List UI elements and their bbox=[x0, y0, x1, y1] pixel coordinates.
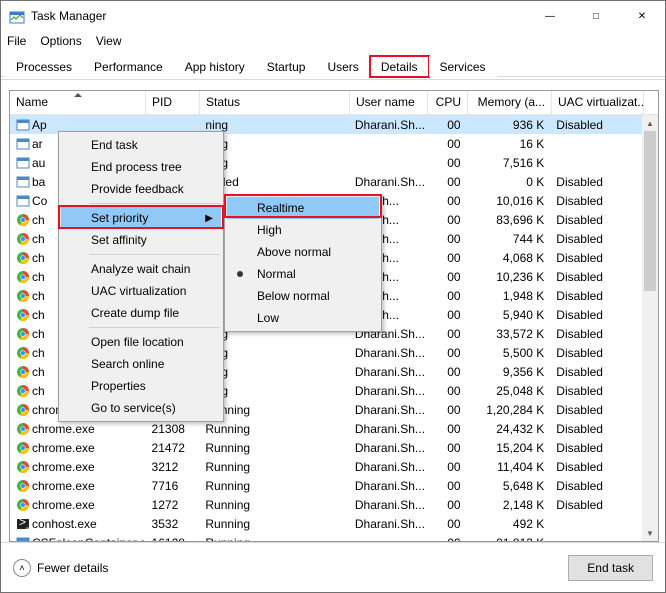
mi-open-loc[interactable]: Open file location bbox=[61, 331, 221, 353]
mi-analyze[interactable]: Analyze wait chain bbox=[61, 258, 221, 280]
mi-search[interactable]: Search online bbox=[61, 353, 221, 375]
tab-details[interactable]: Details bbox=[370, 56, 429, 77]
process-icon bbox=[16, 460, 30, 474]
mi-low[interactable]: Low bbox=[227, 307, 379, 329]
process-icon bbox=[16, 270, 30, 284]
col-name[interactable]: Name bbox=[10, 91, 146, 114]
table-row[interactable]: chrome.exe3212RunningDharani.Sh...0011,4… bbox=[10, 457, 642, 476]
mi-above[interactable]: Above normal bbox=[227, 241, 379, 263]
separator bbox=[89, 203, 220, 204]
maximize-button[interactable]: □ bbox=[573, 1, 619, 31]
process-icon bbox=[16, 175, 30, 189]
process-icon bbox=[16, 422, 30, 436]
fewer-details-button[interactable]: ˄ Fewer details bbox=[13, 559, 108, 577]
mi-set-priority-label: Set priority bbox=[91, 211, 148, 225]
mi-feedback[interactable]: Provide feedback bbox=[61, 178, 221, 200]
mi-set-priority[interactable]: Set priority ▶ bbox=[61, 207, 221, 229]
process-icon bbox=[16, 536, 30, 542]
bullet-icon bbox=[237, 271, 243, 277]
tab-performance[interactable]: Performance bbox=[83, 56, 174, 77]
process-icon bbox=[16, 137, 30, 151]
col-cpu[interactable]: CPU bbox=[428, 91, 468, 114]
process-icon bbox=[16, 308, 30, 322]
separator bbox=[89, 254, 220, 255]
mi-normal[interactable]: Normal bbox=[227, 263, 379, 285]
mi-realtime[interactable]: Realtime bbox=[227, 197, 379, 219]
mi-uacv[interactable]: UAC virtualization bbox=[61, 280, 221, 302]
separator bbox=[89, 327, 220, 328]
process-icon bbox=[16, 403, 30, 417]
tab-processes[interactable]: Processes bbox=[5, 56, 83, 77]
process-icon bbox=[16, 479, 30, 493]
fewer-details-label: Fewer details bbox=[37, 561, 108, 575]
tab-apphistory[interactable]: App history bbox=[174, 56, 256, 77]
table-header: Name PID Status User name CPU Memory (a.… bbox=[10, 91, 658, 115]
mi-dump[interactable]: Create dump file bbox=[61, 302, 221, 324]
menu-view[interactable]: View bbox=[96, 34, 122, 48]
mi-end-task[interactable]: End task bbox=[61, 134, 221, 156]
vertical-scrollbar[interactable]: ▲ ▼ bbox=[642, 115, 658, 541]
process-icon bbox=[16, 289, 30, 303]
mi-goto[interactable]: Go to service(s) bbox=[61, 397, 221, 419]
process-icon bbox=[16, 156, 30, 170]
process-icon bbox=[16, 517, 30, 531]
context-menu-process: End task End process tree Provide feedba… bbox=[58, 131, 224, 422]
menubar: File Options View bbox=[1, 31, 665, 51]
close-button[interactable]: ✕ bbox=[619, 1, 665, 31]
process-icon bbox=[16, 327, 30, 341]
tab-users[interactable]: Users bbox=[316, 56, 369, 77]
col-mem[interactable]: Memory (a... bbox=[468, 91, 552, 114]
process-icon bbox=[16, 213, 30, 227]
process-icon bbox=[16, 118, 30, 132]
minimize-button[interactable]: — bbox=[527, 1, 573, 31]
table-row[interactable]: CSFalconContainer.e16128Running0091,812 … bbox=[10, 533, 642, 541]
mi-normal-label: Normal bbox=[257, 267, 296, 281]
scroll-thumb[interactable] bbox=[644, 131, 656, 291]
mi-end-tree[interactable]: End process tree bbox=[61, 156, 221, 178]
app-icon bbox=[9, 8, 25, 24]
process-icon bbox=[16, 498, 30, 512]
titlebar: Task Manager — □ ✕ bbox=[1, 1, 665, 31]
col-user[interactable]: User name bbox=[350, 91, 428, 114]
menu-file[interactable]: File bbox=[7, 34, 26, 48]
scroll-down-icon[interactable]: ▼ bbox=[642, 525, 658, 541]
mi-props[interactable]: Properties bbox=[61, 375, 221, 397]
table-row[interactable]: chrome.exe7716RunningDharani.Sh...005,64… bbox=[10, 476, 642, 495]
chevron-up-icon: ˄ bbox=[13, 559, 31, 577]
tab-startup[interactable]: Startup bbox=[256, 56, 317, 77]
submenu-arrow-icon: ▶ bbox=[205, 213, 213, 224]
col-uac[interactable]: UAC virtualizat... bbox=[552, 91, 644, 114]
table-row[interactable]: chrome.exe1272RunningDharani.Sh...002,14… bbox=[10, 495, 642, 514]
mi-below[interactable]: Below normal bbox=[227, 285, 379, 307]
tabbar: Processes Performance App history Startu… bbox=[1, 53, 665, 77]
mi-high[interactable]: High bbox=[227, 219, 379, 241]
scroll-up-icon[interactable]: ▲ bbox=[642, 115, 658, 131]
context-menu-priority: Realtime High Above normal Normal Below … bbox=[224, 194, 382, 332]
table-row[interactable]: conhost.exe3532RunningDharani.Sh...00492… bbox=[10, 514, 642, 533]
process-icon bbox=[16, 251, 30, 265]
menu-options[interactable]: Options bbox=[40, 34, 81, 48]
process-icon bbox=[16, 365, 30, 379]
process-icon bbox=[16, 384, 30, 398]
process-icon bbox=[16, 346, 30, 360]
col-status[interactable]: Status bbox=[200, 91, 350, 114]
table-row[interactable]: chrome.exe21472RunningDharani.Sh...0015,… bbox=[10, 438, 642, 457]
end-task-button[interactable]: End task bbox=[568, 555, 653, 581]
process-icon bbox=[16, 441, 30, 455]
tab-services[interactable]: Services bbox=[429, 56, 497, 77]
process-icon bbox=[16, 194, 30, 208]
process-icon bbox=[16, 232, 30, 246]
window-title: Task Manager bbox=[31, 9, 527, 23]
mi-set-affinity[interactable]: Set affinity bbox=[61, 229, 221, 251]
footer: ˄ Fewer details End task bbox=[1, 542, 665, 592]
col-pid[interactable]: PID bbox=[146, 91, 200, 114]
window-controls: — □ ✕ bbox=[527, 1, 665, 31]
